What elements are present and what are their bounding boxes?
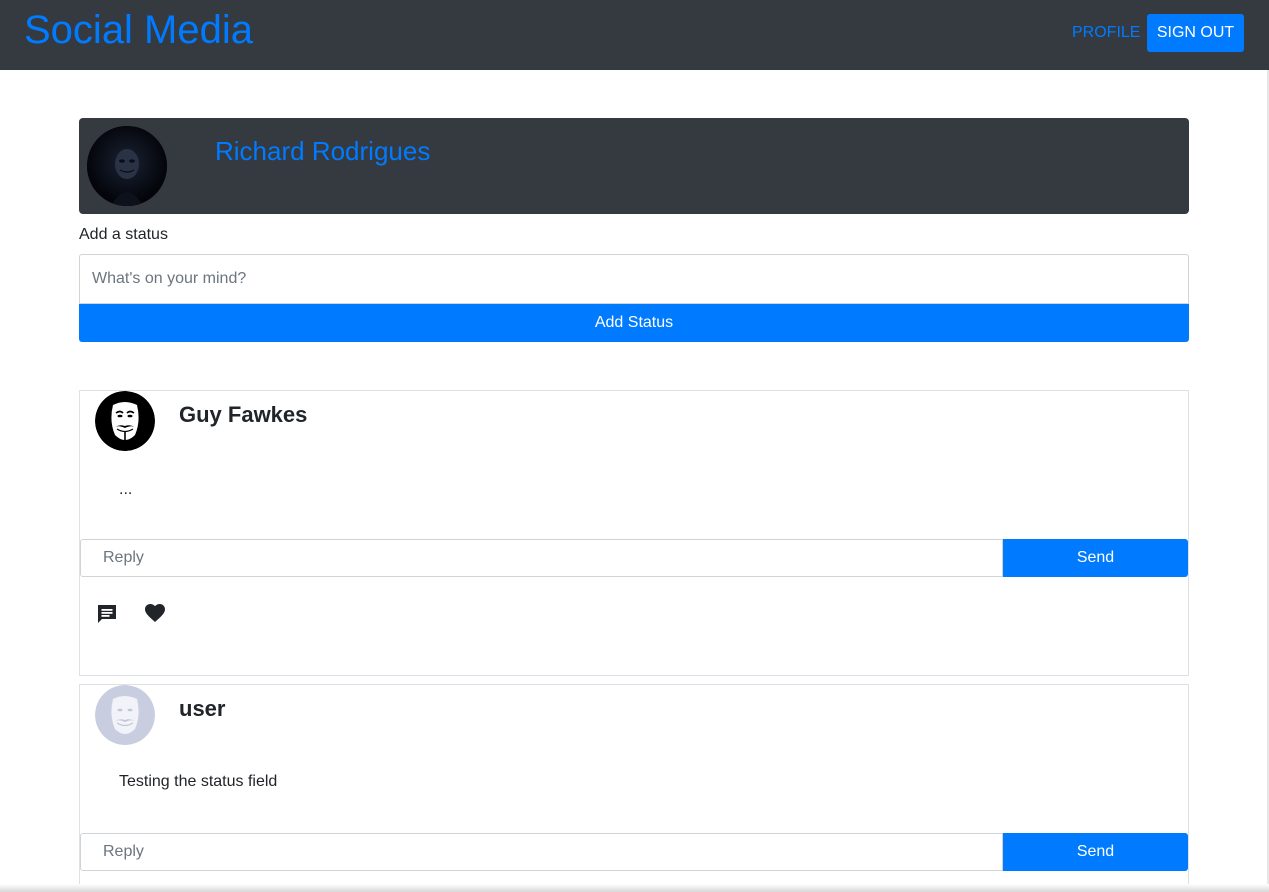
heart-icon[interactable] <box>143 601 167 625</box>
post-author[interactable]: Guy Fawkes <box>179 402 307 428</box>
post-card: Guy Fawkes ... Send <box>79 390 1189 676</box>
add-status-label: Add a status <box>79 226 168 243</box>
comment-icon[interactable] <box>95 602 119 626</box>
profile-link[interactable]: PROFILE <box>1072 23 1140 43</box>
send-button[interactable]: Send <box>1003 833 1188 871</box>
guy-fawkes-mask-icon <box>95 391 155 451</box>
brand-title[interactable]: Social Media <box>24 6 253 54</box>
top-navbar: Social Media PROFILE SIGN OUT <box>0 0 1269 70</box>
profile-avatar <box>87 126 167 206</box>
post-avatar <box>95 391 155 451</box>
reply-input[interactable] <box>80 833 1003 871</box>
reply-input[interactable] <box>80 539 1003 577</box>
sign-out-button[interactable]: SIGN OUT <box>1147 14 1244 52</box>
add-status-button[interactable]: Add Status <box>79 304 1189 342</box>
post-text: Testing the status field <box>119 773 278 790</box>
post-card: user Testing the status field Send <box>79 684 1189 892</box>
profile-banner: Richard Rodrigues <box>79 118 1189 214</box>
faded-mask-icon <box>95 685 155 745</box>
post-text: ... <box>119 481 133 498</box>
dark-hooded-mask-icon <box>87 126 167 206</box>
send-button[interactable]: Send <box>1003 539 1188 577</box>
post-author[interactable]: user <box>179 696 225 722</box>
post-avatar <box>95 685 155 745</box>
status-input[interactable] <box>79 254 1189 304</box>
window-bottom-shadow <box>0 884 1269 892</box>
profile-name: Richard Rodrigues <box>215 136 431 166</box>
